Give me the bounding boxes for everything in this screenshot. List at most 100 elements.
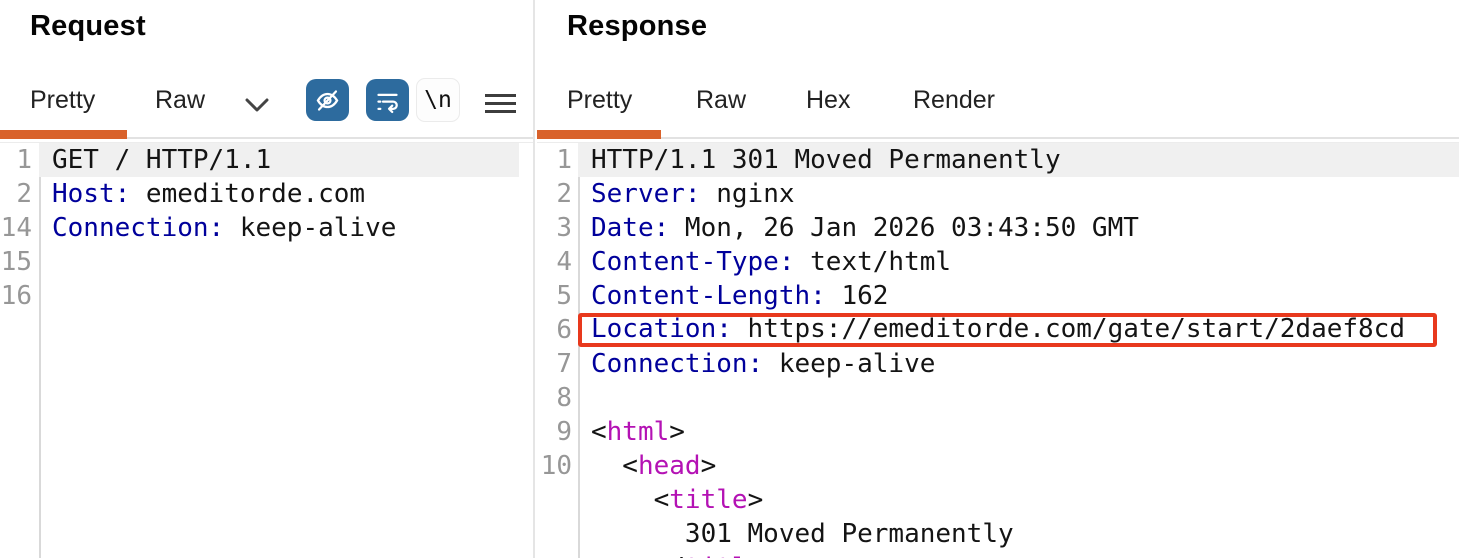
newline-escape-label: \n [424,87,452,113]
word-wrap-icon [374,87,401,114]
line-number: 1 [16,145,32,175]
response-tab-raw[interactable]: Raw [696,86,746,115]
header-name: Content-Type: [591,247,795,277]
header-name: Content-Length: [591,281,826,311]
tag-name: head [637,451,701,481]
code-text: text/html [794,247,952,277]
line-number: 2 [16,179,32,209]
code-line: 15 [0,245,519,279]
code-line: 4 Content-Type: text/html [537,245,1459,279]
code-line: 1 GET / HTTP/1.1 [0,143,519,177]
line-number: 16 [0,281,32,311]
code-line-text: Connection: keep-alive [578,347,1459,381]
tag-name: html [606,417,670,447]
show-newlines-toggle-button[interactable]: \n [416,78,460,122]
chevron-down-icon[interactable] [243,92,275,118]
code-line-text: HTTP/1.1 301 Moved Permanently [578,143,1459,177]
request-tab-pretty[interactable]: Pretty [30,86,95,115]
response-editor[interactable]: 1 HTTP/1.1 301 Moved Permanently 2 Serve… [537,143,1459,558]
code-line-text: 301 Moved Permanently [578,517,1459,551]
code-text: nginx [700,179,795,209]
line-number: 14 [0,213,32,243]
code-line: 2 Server: nginx [537,177,1459,211]
code-line-text: Host: emeditorde.com [39,177,519,211]
tag-bracket-open: < [591,485,670,515]
eye-slash-icon [314,87,341,114]
code-text: Mon, 26 Jan 2026 03:43:50 GMT [669,213,1139,243]
request-tab-raw[interactable]: Raw [155,86,205,115]
code-line-text: Server: nginx [578,177,1459,211]
code-line: 10 <head> [537,449,1459,483]
response-title: Response [567,10,708,42]
line-number [537,483,578,517]
code-line: 14 Connection: keep-alive [0,211,519,245]
line-number: 5 [556,281,572,311]
code-text: 162 [825,281,889,311]
line-number [537,517,578,551]
line-number: 4 [556,247,572,277]
hide-nonprintable-toggle-button[interactable] [306,79,349,121]
code-line-text: Connection: keep-alive [39,211,519,245]
line-number: 1 [556,145,572,175]
request-title: Request [30,10,146,42]
header-name: Connection: [52,213,225,243]
code-text: HTTP/1.1 301 Moved Permanently [591,145,1061,175]
line-number: 15 [0,247,32,277]
tag-bracket-open: < [591,417,607,447]
line-number: 3 [556,213,572,243]
response-panel: Response Pretty Raw Hex Render 1 HTTP/1.… [537,0,1459,558]
code-line: 8 [537,381,1459,415]
line-number: 9 [556,417,572,447]
code-line: 5 Content-Length: 162 [537,279,1459,313]
tag-bracket-close: > [763,553,779,558]
code-text: https://emeditorde.com/gate/start/2daef8… [731,314,1405,344]
code-line-text: <html> [578,415,1459,449]
code-line-text: Content-Type: text/html [578,245,1459,279]
code-line-text: <head> [578,449,1459,483]
tag-bracket-close: > [700,451,717,481]
hamburger-menu-icon[interactable] [485,88,521,118]
request-panel: Request Pretty Raw \n 1 GET / HTTP/1.1 2… [0,0,533,558]
response-tab-render[interactable]: Render [913,86,995,115]
code-line: 301 Moved Permanently [537,517,1459,551]
tag-bracket-close: > [747,485,764,515]
tag-name: title [685,553,763,558]
response-tab-pretty[interactable]: Pretty [567,86,632,115]
code-line: </title> [537,551,1459,558]
line-number: 8 [556,383,572,413]
header-name: Host: [52,179,131,209]
request-editor[interactable]: 1 GET / HTTP/1.1 2 Host: emeditorde.com … [0,143,519,558]
header-name: Location: [591,314,732,344]
word-wrap-toggle-button[interactable] [366,79,409,121]
location-header-highlight-box: Location: https://emeditorde.com/gate/st… [578,313,1437,347]
code-text: GET / HTTP/1.1 [52,145,272,175]
code-line: 7 Connection: keep-alive [537,347,1459,381]
line-number: 10 [540,451,572,481]
code-line: <title> [537,483,1459,517]
response-tab-hex[interactable]: Hex [806,86,850,115]
tabbar-border [537,137,1459,139]
code-line: 1 HTTP/1.1 301 Moved Permanently [537,143,1459,177]
code-line: 2 Host: emeditorde.com [0,177,519,211]
line-number [537,551,578,558]
code-text: keep-alive [763,349,936,379]
request-active-tab-underline [0,130,127,139]
response-active-tab-underline [537,130,661,139]
header-name: Server: [591,179,701,209]
header-name: Connection: [591,349,764,379]
tag-bracket-open: </ [591,553,685,558]
line-number: 2 [556,179,572,209]
code-text: keep-alive [224,213,397,243]
header-name: Date: [591,213,670,243]
tag-bracket-open: < [591,451,638,481]
code-line: 6 Location: https://emeditorde.com/gate/… [537,313,1459,347]
code-line-text: <title> [578,483,1459,517]
code-line-text: GET / HTTP/1.1 [39,143,519,177]
code-line-text: Content-Length: 162 [578,279,1459,313]
code-line-text: Date: Mon, 26 Jan 2026 03:43:50 GMT [578,211,1459,245]
tag-bracket-close: > [669,417,685,447]
line-number: 7 [556,349,572,379]
